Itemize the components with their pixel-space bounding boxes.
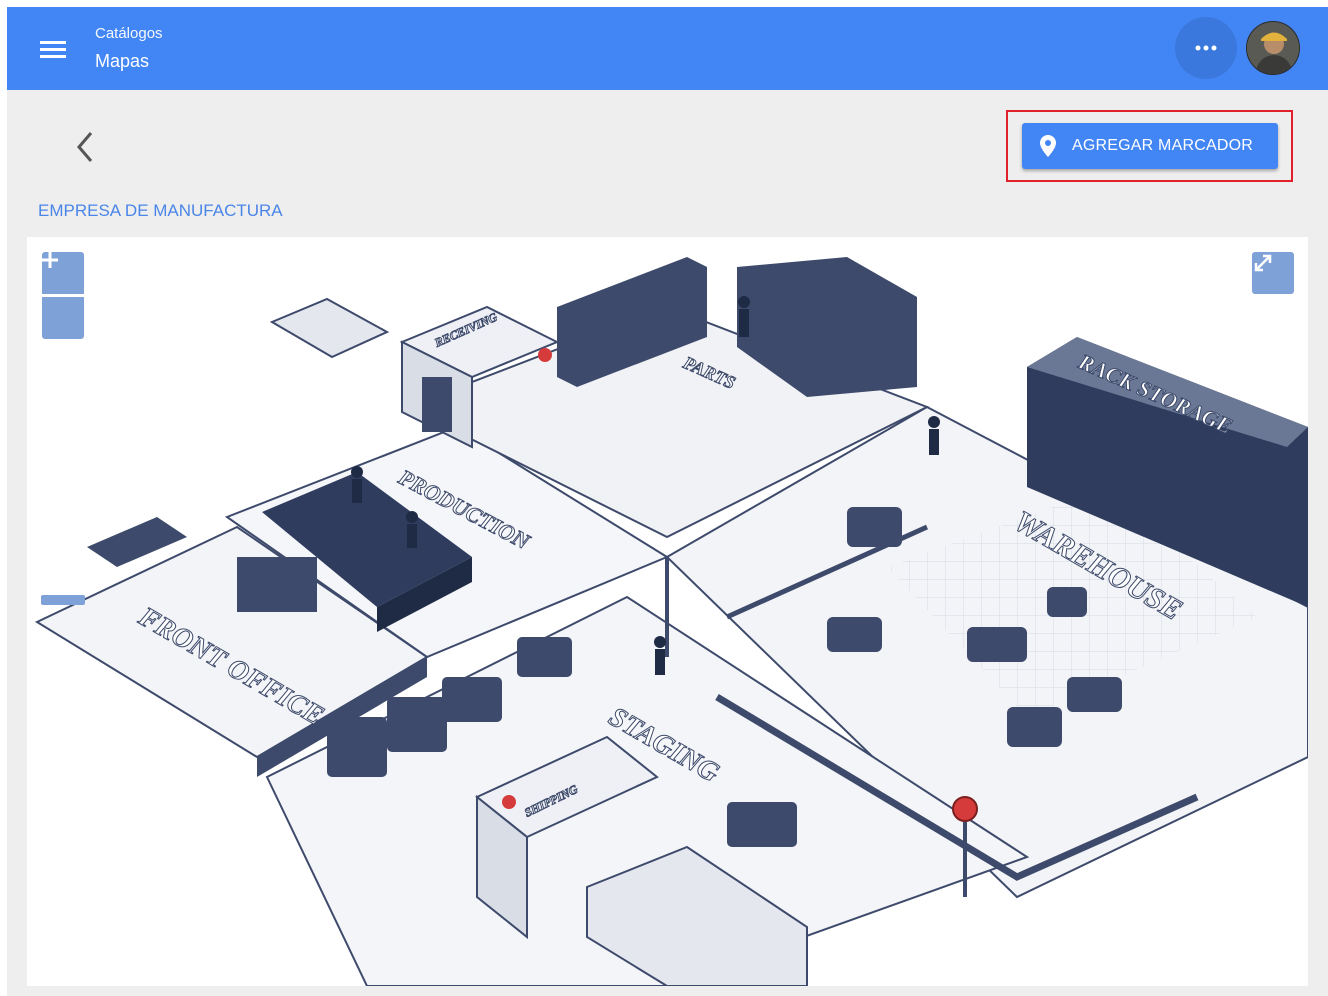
fullscreen-button[interactable]	[1252, 252, 1294, 294]
menu-button[interactable]	[33, 29, 73, 69]
zoom-out-button[interactable]	[42, 258, 84, 339]
breadcrumb: Catálogos	[95, 25, 163, 42]
app-bar: Catálogos Mapas	[7, 7, 1328, 90]
floor-plan-illustration: RECEIVING PARTS RACK STORAGE PRODUCTION …	[34, 257, 1308, 986]
back-button[interactable]	[65, 125, 105, 169]
avatar-image	[1247, 22, 1299, 74]
zoom-controls	[42, 252, 84, 339]
location-pin-icon	[1040, 135, 1056, 157]
company-name: EMPRESA DE MANUFACTURA	[38, 201, 283, 220]
page-title: Mapas	[95, 51, 150, 71]
menu-icon	[40, 41, 66, 58]
side-panel-handle[interactable]	[41, 595, 85, 605]
expand-icon	[1254, 254, 1272, 272]
floor-plan-map[interactable]: RECEIVING PARTS RACK STORAGE PRODUCTION …	[27, 237, 1308, 986]
add-marker-label: AGREGAR MARCADOR	[1072, 137, 1253, 154]
add-marker-button[interactable]: AGREGAR MARCADOR	[1022, 123, 1278, 169]
chevron-left-icon	[77, 132, 93, 162]
user-avatar[interactable]	[1246, 21, 1300, 75]
app-frame: Catálogos Mapas AGREGAR MARCADOR EMPRESA…	[7, 7, 1328, 996]
appbar-titles: Catálogos Mapas	[95, 25, 163, 73]
more-horizontal-icon	[1195, 45, 1217, 51]
minus-icon	[42, 258, 58, 262]
more-options-button[interactable]	[1175, 17, 1237, 79]
